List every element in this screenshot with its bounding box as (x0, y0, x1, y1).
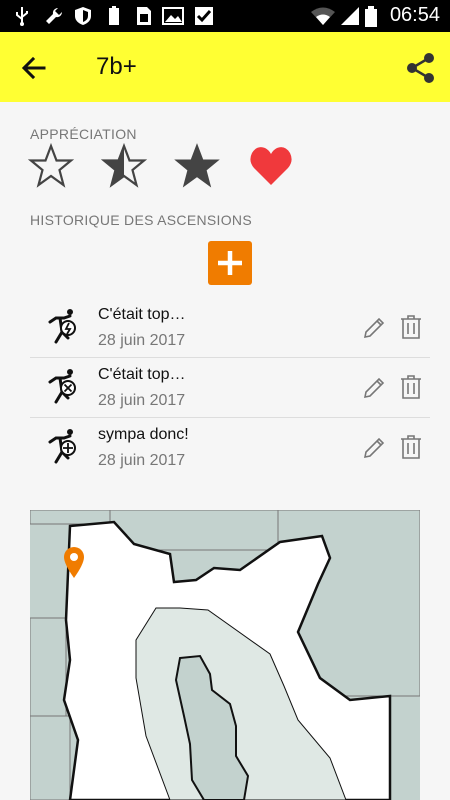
pencil-icon[interactable] (362, 316, 386, 340)
ascent-list: C'était top… 28 juin 2017 C'était top… 2… (30, 298, 430, 478)
shield-icon (75, 7, 91, 25)
wifi-icon (311, 7, 335, 25)
list-item[interactable]: C'était top… 28 juin 2017 (30, 298, 430, 358)
trash-icon[interactable] (400, 315, 422, 339)
ascent-comment: sympa donc! (98, 426, 189, 443)
ascent-date: 28 juin 2017 (98, 452, 186, 469)
list-item[interactable]: sympa donc! 28 juin 2017 (30, 418, 430, 478)
usb-icon (16, 7, 28, 26)
heart-icon[interactable] (248, 143, 294, 189)
status-bar: 06:54 (0, 0, 450, 32)
rating-label: APPRÉCIATION (30, 126, 137, 142)
list-item[interactable]: C'était top… 28 juin 2017 (30, 358, 430, 418)
ascent-comment: C'était top… (98, 306, 186, 323)
star-empty-icon[interactable] (28, 143, 74, 189)
ascent-comment: C'était top… (98, 366, 186, 383)
add-ascent-button[interactable] (208, 241, 252, 285)
page-title: 7b+ (96, 53, 137, 80)
trash-icon[interactable] (400, 375, 422, 399)
star-half-icon[interactable] (101, 143, 147, 189)
check-icon (195, 7, 213, 25)
pencil-icon[interactable] (362, 376, 386, 400)
share-icon[interactable] (406, 52, 436, 84)
pencil-icon[interactable] (362, 436, 386, 460)
battery-saver-icon (109, 6, 119, 25)
trash-icon[interactable] (400, 435, 422, 459)
map-canvas (30, 510, 420, 800)
arrow-back-icon[interactable] (18, 52, 50, 84)
signal-icon (341, 7, 359, 25)
sim-icon (137, 7, 151, 25)
star-full-icon[interactable] (174, 143, 220, 189)
wrench-icon (46, 7, 63, 24)
history-label: HISTORIQUE DES ASCENSIONS (30, 212, 252, 228)
ascent-date: 28 juin 2017 (98, 392, 186, 409)
image-icon (162, 7, 184, 25)
battery-icon (365, 6, 377, 27)
climber-plus-icon (48, 429, 76, 464)
app-bar: 7b+ (0, 32, 450, 102)
climber-fail-icon (48, 369, 76, 404)
ascent-date: 28 juin 2017 (98, 332, 186, 349)
status-time: 06:54 (389, 4, 440, 26)
sector-map[interactable] (30, 510, 420, 800)
plus-icon (218, 251, 242, 275)
climber-flash-icon (48, 309, 76, 344)
